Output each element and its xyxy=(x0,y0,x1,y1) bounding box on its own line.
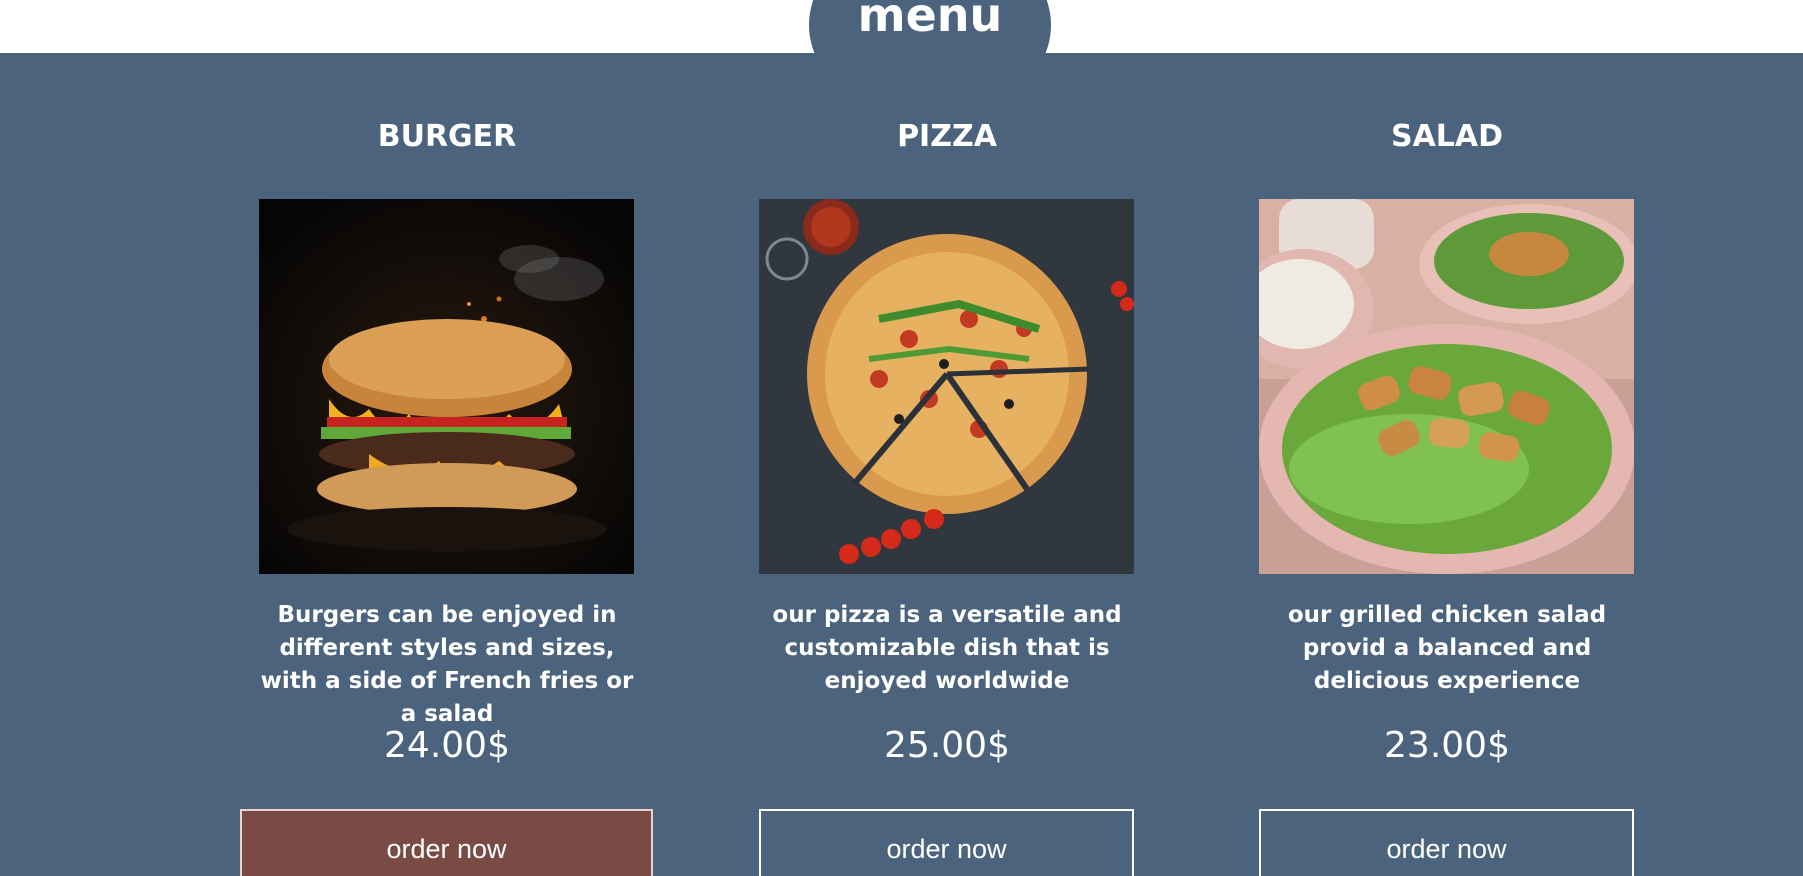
salad-photo-icon xyxy=(1259,199,1634,574)
card-title: SALAD xyxy=(1390,119,1504,154)
card-description: Burgers can be enjoyed in different styl… xyxy=(260,602,634,727)
card-price: 25.00$ xyxy=(884,725,1010,766)
pizza-photo-icon xyxy=(759,199,1134,574)
order-now-button-pizza[interactable]: order now xyxy=(759,809,1134,876)
card-title: BURGER xyxy=(377,119,517,154)
card-price: 24.00$ xyxy=(384,725,510,766)
pizza-image xyxy=(759,199,1134,574)
page-title: menu xyxy=(857,0,1003,42)
burger-image xyxy=(259,199,634,574)
card-description: our pizza is a versatile and customizabl… xyxy=(772,602,1122,694)
burger-photo-icon xyxy=(259,199,634,574)
menu-section: BURGER Burgers can be enjoyed in differe… xyxy=(0,53,1803,876)
card-description: our grilled chicken salad provid a balan… xyxy=(1287,602,1607,694)
order-now-button-salad[interactable]: order now xyxy=(1259,809,1634,876)
order-now-button-burger[interactable]: order now xyxy=(240,809,653,876)
card-title: PIZZA xyxy=(897,119,997,154)
card-price: 23.00$ xyxy=(1384,725,1510,766)
salad-image xyxy=(1259,199,1634,574)
